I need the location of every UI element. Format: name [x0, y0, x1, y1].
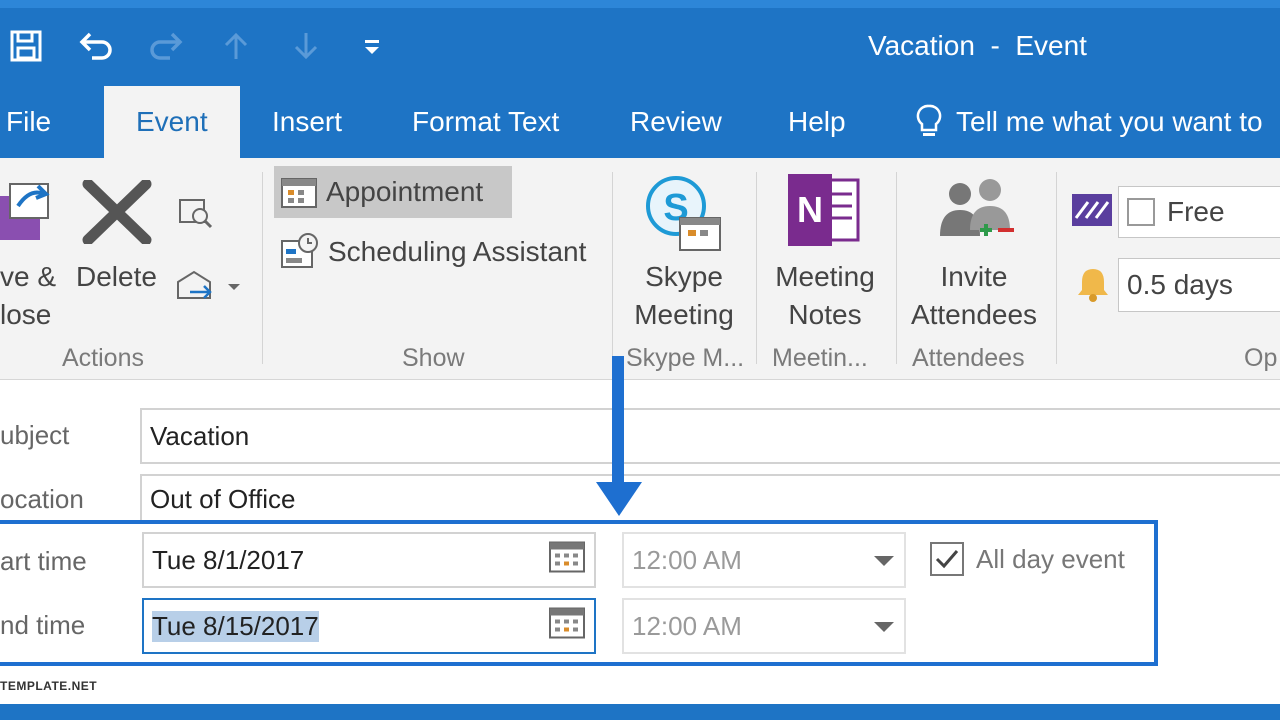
footer-strip [0, 704, 1280, 720]
invite-line2: Attendees [910, 299, 1038, 330]
meeting-notes-group-label: Meetin... [772, 344, 868, 372]
up-arrow-icon[interactable] [216, 26, 256, 66]
undo-icon[interactable] [76, 26, 116, 66]
tab-event[interactable]: Event [104, 86, 240, 158]
show-as-dropdown[interactable]: Free [1118, 186, 1280, 238]
save-close-line2: lose [0, 299, 52, 330]
reminder-bell-icon [1076, 266, 1110, 307]
skype-meeting-icon: S [644, 176, 724, 257]
delete-button[interactable]: Delete [76, 258, 157, 296]
save-icon[interactable] [6, 26, 46, 66]
subject-label: ubject [0, 420, 70, 450]
attendees-group-label: Attendees [912, 344, 1025, 372]
free-swatch [1127, 198, 1155, 226]
customize-qat-icon[interactable] [352, 26, 392, 66]
tab-format-text[interactable]: Format Text [412, 86, 559, 158]
actions-group-label: Actions [62, 344, 144, 372]
appointment-button[interactable]: Appointment [274, 166, 512, 218]
tell-me-box[interactable]: Tell me what you want to [916, 86, 1263, 158]
reminder-value: 0.5 days [1127, 269, 1233, 300]
calendar-search-icon[interactable] [178, 196, 214, 235]
location-label: ocation [0, 484, 84, 514]
invite-attendees-button[interactable]: Invite Attendees [906, 258, 1042, 334]
separator [756, 172, 757, 364]
invite-attendees-icon [936, 176, 1018, 253]
title-bar: Vacation - Event [0, 0, 1280, 86]
delete-icon [82, 178, 152, 249]
ribbon-tabs: File Event Insert Format Text Review Hel… [0, 86, 1280, 158]
show-as-value: Free [1167, 196, 1225, 227]
appointment-label: Appointment [326, 176, 484, 207]
scheduling-assistant-label: Scheduling Assistant [328, 236, 587, 267]
location-input[interactable]: Out of Office [140, 474, 1280, 522]
scheduling-assistant-button[interactable]: Scheduling Assistant [280, 226, 586, 278]
tab-insert[interactable]: Insert [272, 86, 342, 158]
tab-review[interactable]: Review [630, 86, 722, 158]
meeting-notes-line2: Notes [788, 299, 862, 330]
skype-meeting-button[interactable]: Skype Meeting [628, 258, 740, 334]
skype-line2: Meeting [634, 299, 734, 330]
watermark: TEMPLATE.NET [0, 679, 98, 693]
subject-value: Vacation [150, 420, 250, 451]
meeting-notes-line1: Meeting [775, 261, 875, 292]
annotation-arrow-icon [596, 356, 642, 516]
forward-icon[interactable] [176, 268, 242, 309]
scheduling-icon [281, 233, 318, 268]
show-as-icon [1072, 194, 1112, 231]
ribbon: ve & lose Delete Actions Appointment Sch… [0, 158, 1280, 380]
meeting-notes-button[interactable]: Meeting Notes [768, 258, 882, 334]
tab-file[interactable]: File [6, 86, 51, 158]
save-close-button[interactable]: ve & lose [0, 258, 56, 334]
save-close-line1: ve & [0, 261, 57, 292]
svg-text:N: N [797, 189, 823, 230]
show-group-label: Show [402, 344, 465, 372]
down-arrow-icon[interactable] [286, 26, 326, 66]
save-close-icon [0, 176, 56, 247]
onenote-icon: N [786, 172, 862, 253]
tab-help[interactable]: Help [788, 86, 846, 158]
reminder-dropdown[interactable]: 0.5 days [1118, 258, 1280, 312]
separator [896, 172, 897, 364]
separator [612, 172, 613, 364]
skype-line1: Skype [645, 261, 723, 292]
separator [1056, 172, 1057, 364]
annotation-highlight-box [0, 520, 1158, 666]
location-value: Out of Office [150, 483, 296, 514]
appointment-icon [281, 178, 317, 208]
redo-icon[interactable] [146, 26, 186, 66]
subject-input[interactable]: Vacation [140, 408, 1280, 464]
options-group-label: Op [1244, 344, 1278, 372]
window-title: Vacation - Event [868, 30, 1087, 61]
invite-line1: Invite [940, 261, 1008, 292]
lightbulb-icon [916, 104, 942, 136]
separator [262, 172, 263, 364]
tell-me-text: Tell me what you want to [956, 106, 1263, 137]
